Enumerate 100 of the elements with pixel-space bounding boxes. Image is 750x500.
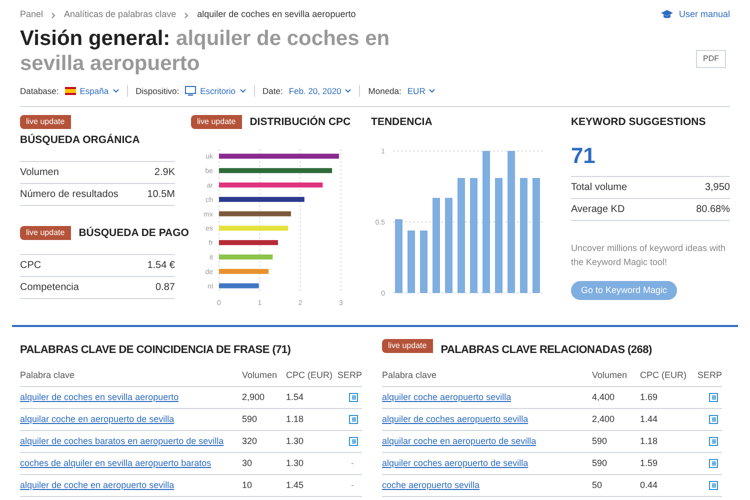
chart-bar (219, 268, 269, 274)
column-header: Volumen (242, 368, 278, 382)
chart-bar (420, 230, 428, 293)
table-cell-text: - (351, 478, 355, 492)
chart-bar (219, 225, 288, 230)
table-cell-text: 1.59 (640, 456, 659, 470)
table-cell-text: 590 (592, 434, 608, 448)
stat-value: 3,950 (704, 180, 730, 195)
serp-icon[interactable] (349, 437, 358, 446)
keyword-link[interactable]: alquilar coche en aeropuerto de sevilla (382, 436, 536, 446)
serp-icon[interactable] (349, 393, 358, 402)
stat-value: 80.68% (696, 202, 730, 217)
table-cell-text: 1.44 (640, 412, 659, 426)
table-cell-text: 0.44 (640, 478, 659, 492)
table-cell-text: 4,400 (592, 390, 616, 404)
card-title: TENDENCIA (371, 115, 434, 130)
keyword-link[interactable]: coche aeropuerto sevilla (382, 480, 480, 490)
stat-label: Total volume (570, 180, 628, 195)
serp-icon[interactable] (709, 437, 718, 446)
filter-label: Database: (20, 84, 59, 98)
serp-icon[interactable] (709, 459, 718, 468)
table-cell-text: 590 (242, 412, 258, 426)
chart-bar (219, 283, 259, 288)
chevron-icon (51, 12, 56, 18)
serp-icon[interactable] (709, 393, 718, 402)
card-title: BÚSQUEDA DE PAGO (78, 226, 189, 241)
table-cell-text: 2,900 (242, 390, 266, 404)
stat-label: Competencia (20, 280, 79, 294)
chart-bar (408, 230, 416, 293)
table-cell-text: 320 (242, 434, 258, 448)
promo-text: Uncover millions of keyword ideas with the Keyword Magic tool! (570, 242, 726, 269)
serp-icon[interactable] (709, 481, 718, 490)
column-header: SERP (336, 368, 362, 382)
chart-bar (219, 254, 273, 260)
current-page-label: alquiler de coches en sevilla aeropuerto (197, 8, 356, 22)
chart-bar (219, 211, 291, 216)
chevron-icon (184, 12, 190, 18)
live-update-badge: live update (20, 115, 71, 129)
table-cell-text: 1.30 (286, 434, 305, 448)
table-cell-text: 1.30 (286, 456, 305, 470)
stat-label: Volumen (20, 166, 59, 180)
card-title: DISTRIBUCIÓN CPC (250, 115, 351, 130)
column-header: SERP (696, 368, 722, 382)
card-title: BÚSQUEDA ORGÁNICA (20, 133, 141, 148)
caret-icon (240, 89, 246, 93)
live-update-badge: live update (20, 226, 71, 240)
flag-icon (64, 87, 76, 95)
table-cell-text: 1.45 (286, 478, 305, 492)
keyword-link[interactable]: alquiler de coches baratos en aeropuerto de sevilla (20, 436, 224, 446)
column-header: CPC (EUR) (640, 368, 688, 382)
keyword-link[interactable]: coches de alquiler en sevilla aeropuerto baratos (20, 458, 212, 468)
table-cell-text: 30 (242, 456, 254, 470)
keyword-count: 71 (570, 142, 596, 170)
table-cell-text: 50 (592, 478, 604, 492)
table-cell-text: - (351, 456, 355, 470)
keyword-link[interactable]: alquiler de coches en sevilla aeropuerto (20, 392, 179, 402)
filter-label: Date: (262, 84, 283, 98)
keyword-link[interactable]: alquiler coche aeropuerto sevilla (382, 392, 512, 402)
pdf-button[interactable]: PDF (696, 50, 726, 68)
caret-icon (112, 89, 119, 93)
table-cell-text: 2,400 (592, 412, 616, 426)
section-title: PALABRAS CLAVE RELACIONADAS (268) (440, 342, 652, 358)
keyword-link[interactable]: alquilar coche en aeropuerto de sevilla (20, 414, 174, 424)
filter-dropdown[interactable]: Feb. 20, 2020 (288, 84, 352, 98)
table-cell-text: 10 (242, 478, 254, 492)
filter-dropdown[interactable]: EUR (407, 84, 436, 98)
live-update-badge: live update (382, 339, 433, 353)
section-title: PALABRAS CLAVE DE COINCIDENCIA DE FRASE (71) (20, 342, 291, 358)
caret-icon (345, 89, 352, 93)
table-cell-text: 1.18 (286, 412, 305, 426)
keyword-link[interactable]: alquiler coches aeropuerto de sevilla (382, 458, 528, 468)
table-cell-text: 1.18 (640, 434, 659, 448)
filter-dropdown[interactable]: España (64, 84, 119, 98)
filter-label: Dispositivo: (136, 84, 180, 98)
serp-icon[interactable] (709, 415, 718, 424)
stat-label: CPC (20, 258, 42, 272)
column-header: Palabra clave (382, 368, 438, 382)
keyword-link[interactable]: alquiler de coche en aeropuerto sevilla (20, 480, 174, 490)
serp-icon[interactable] (349, 415, 358, 424)
column-header: Volumen (592, 368, 628, 382)
keyword-link[interactable]: alquiler de coches aeropuerto sevilla (382, 414, 528, 424)
stat-value: 0.87 (156, 280, 175, 294)
column-header: CPC (EUR) (286, 368, 334, 382)
page-title: Visión general: alquiler de coches en sevilla aeropuerto (20, 26, 391, 76)
stat-value: 2.9K (154, 166, 175, 180)
table-cell-text: 1.54 (286, 390, 305, 404)
live-update-badge: live update (191, 115, 242, 129)
stat-value: 10.5M (147, 188, 175, 202)
monitor-icon (185, 86, 196, 96)
filter-label: Moneda: (368, 84, 402, 98)
user-manual-link[interactable]: User manual (660, 8, 730, 22)
breadcrumb-link[interactable]: Panel (20, 8, 44, 22)
caret-icon (429, 89, 436, 93)
breadcrumb-link[interactable]: Analíticas de palabras clave (64, 8, 176, 22)
filter-dropdown[interactable]: Escritorio (185, 84, 246, 98)
chart-bar (219, 240, 278, 245)
table-cell-text: 590 (592, 456, 608, 470)
table-cell-text: 1.69 (640, 390, 659, 404)
column-header: Palabra clave (20, 368, 76, 382)
graduation-cap-icon (660, 10, 673, 20)
